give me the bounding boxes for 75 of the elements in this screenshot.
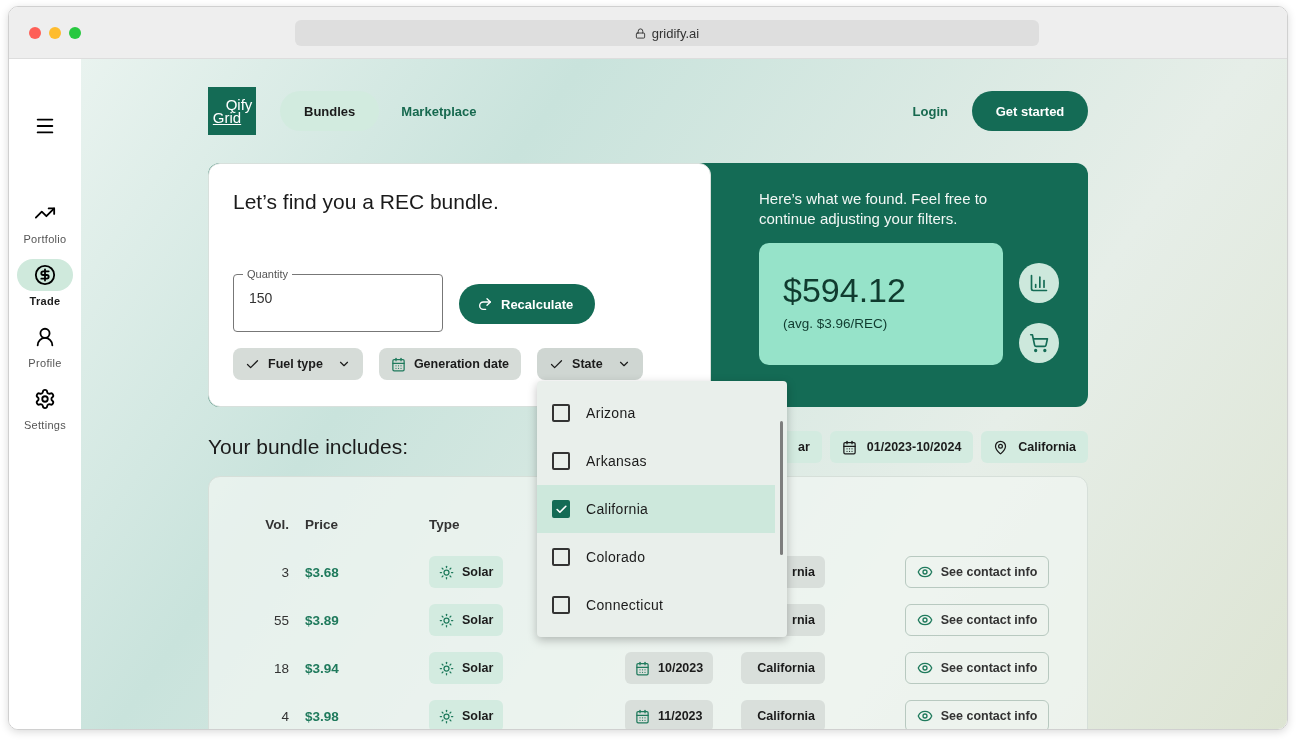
panel-title: Let’s find you a REC bundle. xyxy=(233,190,500,215)
filter-chip[interactable]: Fuel type xyxy=(233,348,363,380)
filter-chip[interactable]: Generation date xyxy=(378,348,522,380)
check-icon xyxy=(554,502,568,516)
bar-chart-icon xyxy=(1029,273,1049,293)
price-cell-text: $3.98 xyxy=(305,708,340,724)
fuel-type-chip: Solar xyxy=(429,700,504,729)
calendar-icon xyxy=(390,356,406,372)
total-price: $594.12 xyxy=(783,271,907,310)
summary-chip: California xyxy=(981,431,1088,463)
settings-icon xyxy=(34,388,56,410)
section-title: Your bundle includes: xyxy=(208,435,410,459)
filter-chip[interactable]: State xyxy=(537,348,643,380)
sun-icon xyxy=(439,564,454,580)
location-pin-icon xyxy=(993,439,1009,455)
sidebar-item[interactable]: Settings xyxy=(17,383,73,431)
column-header: Price xyxy=(305,516,340,532)
dropdown-option[interactable]: California xyxy=(537,485,776,533)
sidebar-item[interactable]: Profile xyxy=(17,321,73,369)
eye-icon xyxy=(916,564,933,580)
nav-link[interactable]: Marketplace xyxy=(379,91,499,131)
date-chip: 10/2023 xyxy=(625,652,714,684)
scrollbar[interactable] xyxy=(780,421,784,555)
volume-cell-text: 18 xyxy=(272,660,289,676)
recalculate-button[interactable]: Recalculate xyxy=(459,284,596,324)
column-header: Vol. xyxy=(264,516,289,532)
calendar-icon xyxy=(841,439,857,455)
fuel-type-chip: Solar xyxy=(429,604,504,636)
get-started-button[interactable]: Get started xyxy=(972,91,1088,131)
checkbox[interactable] xyxy=(552,404,571,422)
redo-arrow-icon xyxy=(477,296,493,312)
address-bar[interactable]: gridify.ai xyxy=(295,20,1039,46)
calendar-icon xyxy=(635,708,650,724)
fuel-type-chip: Solar xyxy=(429,556,504,588)
contact-info-button[interactable]: See contact info xyxy=(905,556,1049,588)
sun-icon xyxy=(439,612,454,628)
lock-icon xyxy=(634,27,646,39)
cart-button[interactable] xyxy=(1019,323,1059,363)
volume-cell-text: 55 xyxy=(272,612,289,628)
summary-chip: 01/2023-10/2024 xyxy=(829,431,974,463)
volume-cell-text: 3 xyxy=(280,564,289,580)
column-header: Type xyxy=(429,516,461,532)
checkbox[interactable] xyxy=(552,500,571,518)
contact-info-button[interactable]: See contact info xyxy=(905,700,1049,729)
result-message: Here’s what we found. Feel free to continue adjusting your filters. xyxy=(759,189,989,229)
contact-info-button[interactable]: See contact info xyxy=(905,604,1049,636)
price-cell-text: $3.68 xyxy=(305,564,340,580)
average-price: (avg. $3.96/REC) xyxy=(783,316,889,331)
state-chip: California xyxy=(741,652,825,684)
checkbox[interactable] xyxy=(552,452,571,470)
checkbox[interactable] xyxy=(552,548,571,566)
chart-button[interactable] xyxy=(1019,263,1059,303)
login-link[interactable]: Login xyxy=(912,103,948,119)
person-icon xyxy=(34,326,56,348)
quantity-field[interactable]: Quantity 150 xyxy=(233,268,443,332)
eye-icon xyxy=(916,612,933,628)
logo[interactable]: Qify Grid xyxy=(208,87,256,135)
sidebar-item[interactable]: Portfolio xyxy=(17,197,73,245)
nav-link[interactable]: Bundles xyxy=(280,91,380,131)
cart-icon xyxy=(1029,333,1049,353)
checkbox[interactable] xyxy=(552,596,571,614)
sun-icon xyxy=(439,660,454,676)
close-window-button[interactable] xyxy=(29,26,41,39)
dollar-icon xyxy=(34,264,56,286)
sun-icon xyxy=(439,708,454,724)
fuel-type-chip: Solar xyxy=(429,652,504,684)
calendar-icon xyxy=(635,660,650,676)
state-chip: California xyxy=(741,700,825,729)
eye-icon xyxy=(916,708,933,724)
date-chip: 11/2023 xyxy=(625,700,713,729)
contact-info-button[interactable]: See contact info xyxy=(905,652,1049,684)
price-cell-text: $3.94 xyxy=(305,660,340,676)
volume-cell-text: 4 xyxy=(280,708,289,724)
price-cell-text: $3.89 xyxy=(305,612,340,628)
eye-icon xyxy=(916,660,933,676)
